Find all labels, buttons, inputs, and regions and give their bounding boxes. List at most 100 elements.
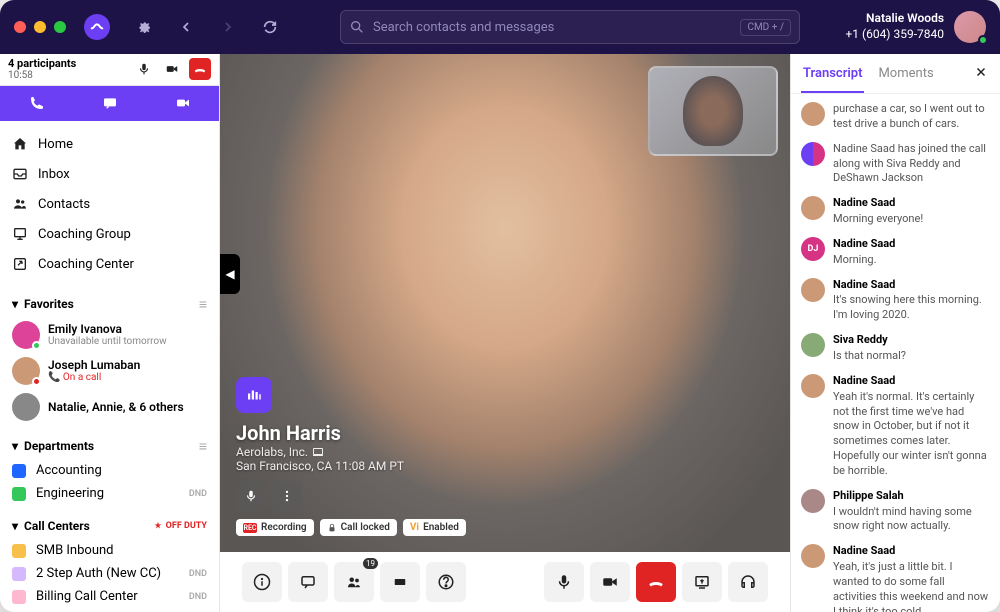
ai-assist-icon[interactable] bbox=[236, 377, 272, 413]
recording-badge: RECRecording bbox=[236, 519, 314, 536]
favorite-item[interactable]: Joseph Lumaban📞 On a call bbox=[0, 353, 219, 389]
call-center-item[interactable]: Billing Call Center DND bbox=[0, 585, 219, 608]
color-swatch bbox=[12, 487, 26, 501]
participant-count-badge: 19 bbox=[363, 558, 378, 569]
settings-icon[interactable] bbox=[128, 11, 160, 43]
reorder-icon[interactable]: ≡ bbox=[199, 438, 207, 455]
contact-name: Joseph Lumaban bbox=[48, 358, 140, 372]
search-box[interactable]: CMD + / bbox=[340, 10, 800, 44]
shortcut-badge: CMD + / bbox=[740, 19, 791, 36]
participants-button[interactable]: 19 bbox=[334, 562, 374, 602]
nav-home[interactable]: Home bbox=[0, 129, 219, 159]
info-button[interactable] bbox=[242, 562, 282, 602]
call-centers-header[interactable]: ▾ Call Centers OFF DUTY bbox=[0, 513, 219, 539]
close-window-button[interactable] bbox=[14, 21, 26, 33]
hangup-icon[interactable] bbox=[189, 58, 211, 80]
back-icon[interactable] bbox=[170, 11, 202, 43]
favorite-item[interactable]: Emily IvanovaUnavailable until tomorrow bbox=[0, 317, 219, 353]
close-transcript-icon[interactable] bbox=[974, 65, 988, 83]
message-author: Siva Reddy bbox=[833, 333, 990, 348]
color-swatch bbox=[12, 590, 26, 604]
forward-icon bbox=[212, 11, 244, 43]
mute-mic-icon[interactable] bbox=[133, 58, 155, 80]
nav-inbox-label: Inbox bbox=[38, 167, 70, 182]
system-message: Nadine Saad has joined the call along wi… bbox=[833, 142, 990, 187]
department-item[interactable]: EngineeringDND bbox=[0, 482, 219, 505]
new-call-button[interactable] bbox=[0, 86, 73, 121]
transcript-tabs: Transcript Moments bbox=[791, 54, 1000, 94]
nav-home-label: Home bbox=[38, 137, 73, 152]
transcript-message: purchase a car, so I went out to test dr… bbox=[801, 102, 990, 132]
camera-toggle-icon[interactable] bbox=[161, 58, 183, 80]
call-center-name: Billing Call Center bbox=[36, 589, 138, 604]
transcript-message: Philippe SalahI wouldn't mind having som… bbox=[801, 489, 990, 535]
chat-button[interactable] bbox=[288, 562, 328, 602]
message-avatar bbox=[801, 374, 825, 398]
caller-name: John Harris bbox=[236, 421, 466, 445]
vi-enabled-badge: ViEnabled bbox=[403, 519, 466, 536]
transcript-body[interactable]: purchase a car, so I went out to test dr… bbox=[791, 94, 1000, 612]
user-avatar[interactable] bbox=[954, 11, 986, 43]
message-avatar bbox=[801, 196, 825, 220]
department-item[interactable]: Accounting bbox=[0, 459, 219, 482]
nav-inbox[interactable]: Inbox bbox=[0, 159, 219, 189]
app-logo bbox=[84, 14, 110, 40]
nav-coaching-group[interactable]: Coaching Group bbox=[0, 219, 219, 249]
departments-title: Departments bbox=[24, 439, 94, 453]
maximize-window-button[interactable] bbox=[54, 21, 66, 33]
participant-count: 4 participants bbox=[8, 57, 127, 70]
favorite-item[interactable]: Natalie, Annie, & 6 others bbox=[0, 389, 219, 425]
help-button[interactable] bbox=[426, 562, 466, 602]
user-name: Natalie Woods bbox=[845, 11, 944, 27]
video-area: ◀ John Harris Aerolabs, Inc. San Francis… bbox=[220, 54, 790, 612]
message-text: purchase a car, so I went out to test dr… bbox=[833, 102, 990, 132]
off-duty-badge: OFF DUTY bbox=[153, 521, 207, 531]
dnd-badge: DND bbox=[189, 489, 207, 499]
contact-avatar bbox=[12, 321, 40, 349]
dnd-badge: DND bbox=[189, 592, 207, 602]
caller-location: San Francisco, CA 11:08 AM PT bbox=[236, 459, 466, 473]
search-input[interactable] bbox=[365, 20, 740, 35]
nav-coaching-center[interactable]: Coaching Center bbox=[0, 249, 219, 279]
transcript-panel: Transcript Moments purchase a car, so I … bbox=[790, 54, 1000, 612]
self-view[interactable] bbox=[648, 66, 778, 156]
contact-avatar bbox=[12, 393, 40, 421]
share-screen-button[interactable] bbox=[682, 562, 722, 602]
caret-down-icon: ▾ bbox=[12, 297, 18, 311]
refresh-icon[interactable] bbox=[254, 11, 286, 43]
tab-moments[interactable]: Moments bbox=[878, 66, 933, 81]
call-center-item[interactable]: 2 Step Auth (New CC)DND bbox=[0, 562, 219, 585]
departments-header[interactable]: ▾Departments≡ bbox=[0, 433, 219, 459]
quick-actions bbox=[0, 86, 219, 121]
call-center-name: 2 Step Auth (New CC) bbox=[36, 566, 161, 581]
end-call-button[interactable] bbox=[636, 562, 676, 602]
call-center-item[interactable]: SMB Inbound bbox=[0, 539, 219, 562]
new-video-button[interactable] bbox=[146, 86, 219, 121]
call-centers-title: Call Centers bbox=[24, 519, 90, 533]
dialpad-button[interactable] bbox=[380, 562, 420, 602]
mute-caller-button[interactable] bbox=[236, 481, 266, 511]
headset-button[interactable] bbox=[728, 562, 768, 602]
app-window: CMD + / Natalie Woods +1 (604) 359-7840 … bbox=[0, 0, 1000, 612]
main-nav: Home Inbox Contacts Coaching Group Coach… bbox=[0, 121, 219, 287]
reorder-icon[interactable]: ≡ bbox=[199, 296, 207, 313]
mic-button[interactable] bbox=[544, 562, 584, 602]
message-text: Yeah it's normal. It's certainly not the… bbox=[833, 390, 990, 479]
favorites-header[interactable]: ▾Favorites≡ bbox=[0, 291, 219, 317]
collapse-sidebar-button[interactable]: ◀ bbox=[220, 254, 240, 294]
tab-transcript[interactable]: Transcript bbox=[803, 66, 862, 81]
caret-down-icon: ▾ bbox=[12, 519, 18, 533]
message-text: Yeah, it's just a little bit. I wanted t… bbox=[833, 560, 990, 612]
camera-button[interactable] bbox=[590, 562, 630, 602]
lock-icon bbox=[327, 523, 337, 533]
more-caller-button[interactable] bbox=[272, 481, 302, 511]
minimize-window-button[interactable] bbox=[34, 21, 46, 33]
nav-contacts[interactable]: Contacts bbox=[0, 189, 219, 219]
recording-label: Recording bbox=[261, 522, 307, 533]
transcript-message: Nadine SaadMorning everyone! bbox=[801, 196, 990, 227]
user-profile[interactable]: Natalie Woods +1 (604) 359-7840 bbox=[845, 11, 986, 43]
contact-name: Natalie, Annie, & 6 others bbox=[48, 400, 184, 414]
message-text: I wouldn't mind having some snow right n… bbox=[833, 505, 990, 535]
new-message-button[interactable] bbox=[73, 86, 146, 121]
search-icon bbox=[349, 19, 365, 35]
